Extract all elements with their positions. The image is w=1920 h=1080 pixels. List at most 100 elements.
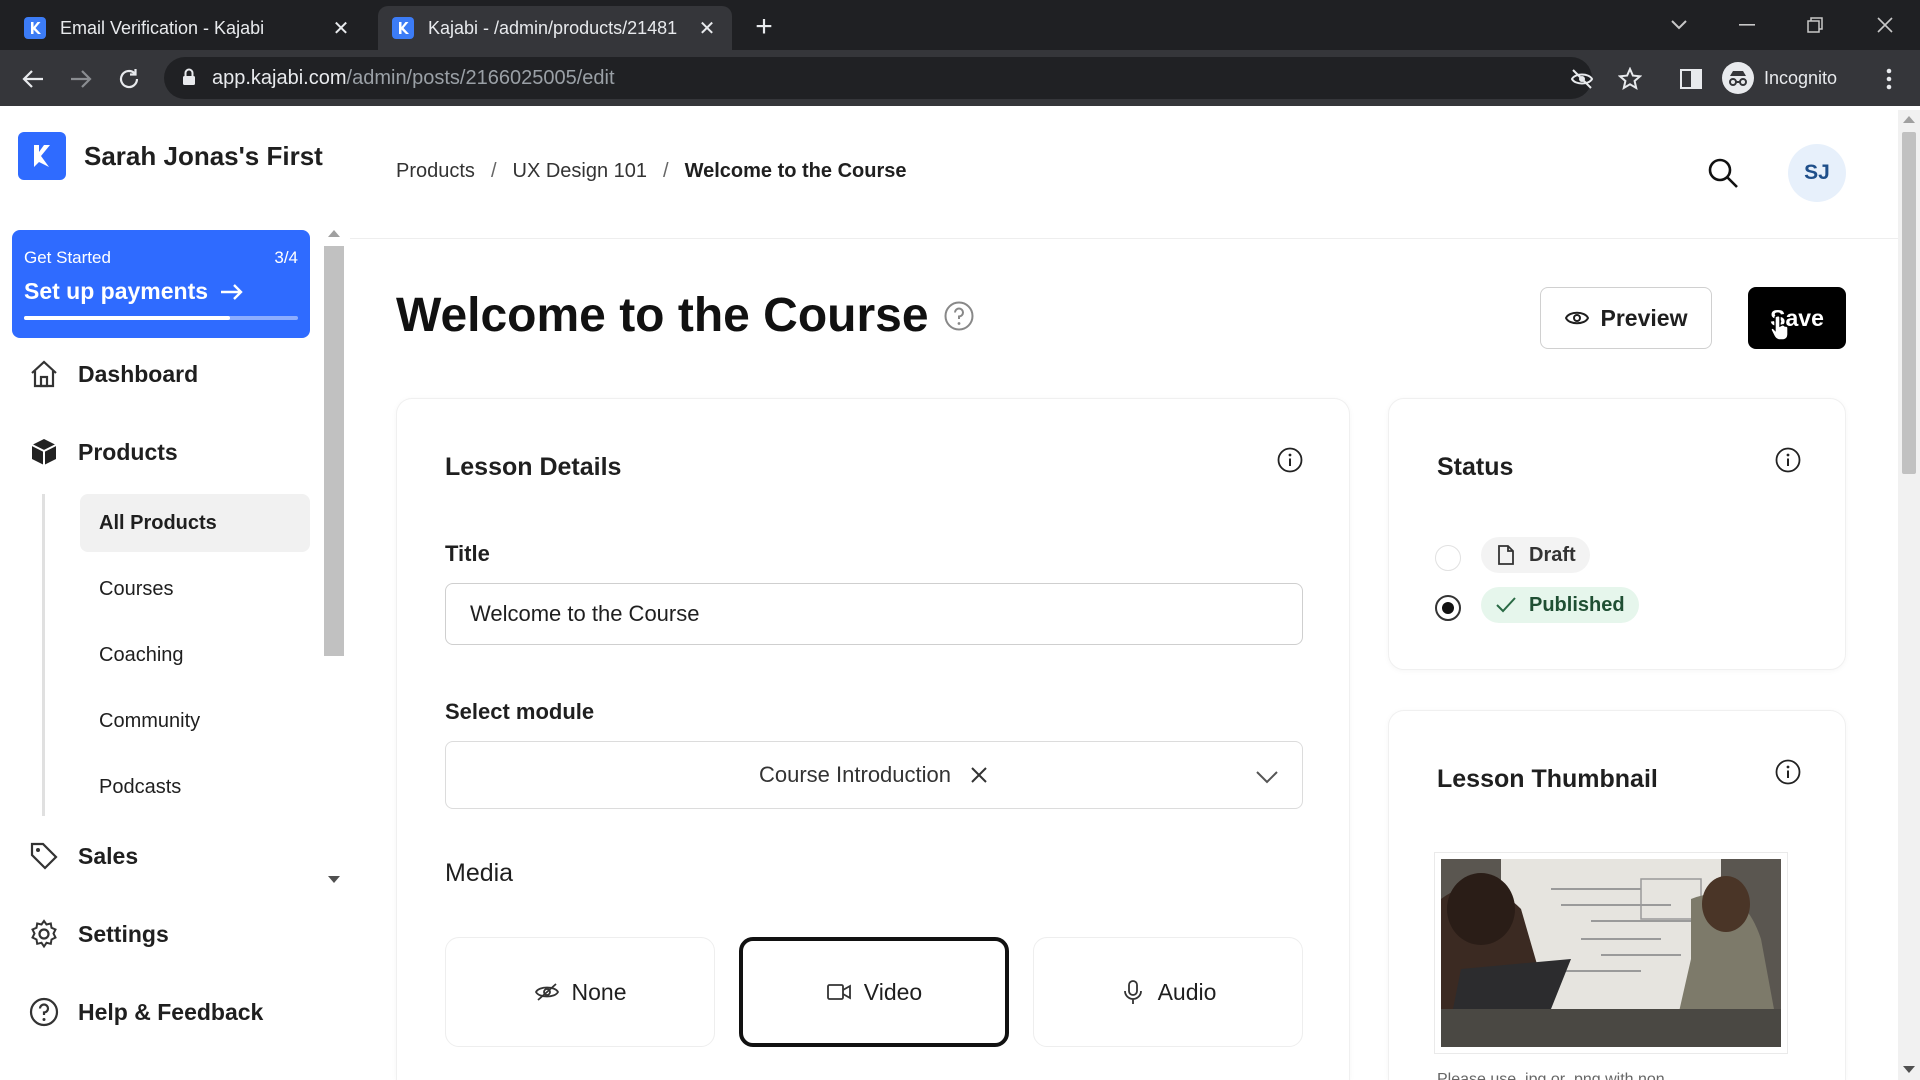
url-host: app.kajabi.com	[212, 66, 347, 89]
save-button[interactable]: Save	[1748, 287, 1846, 349]
search-icon[interactable]	[1706, 156, 1740, 190]
lock-icon	[182, 68, 196, 92]
status-published-pill[interactable]: Published	[1481, 587, 1639, 623]
avatar[interactable]: SJ	[1788, 144, 1846, 202]
info-icon[interactable]	[1775, 759, 1801, 785]
scroll-up-arrow-icon[interactable]	[1903, 116, 1915, 123]
browser-tab-kajabi-products[interactable]: Kajabi - /admin/products/21481 ✕	[378, 6, 732, 50]
tab-close-icon[interactable]: ✕	[696, 17, 718, 40]
clear-selection-icon[interactable]	[969, 765, 989, 785]
tab-close-icon[interactable]: ✕	[330, 17, 352, 40]
title-input[interactable]	[445, 583, 1303, 645]
scroll-down-arrow-icon[interactable]	[1903, 1066, 1915, 1073]
document-icon	[1498, 545, 1514, 565]
page-scrollbar[interactable]	[1898, 110, 1920, 1080]
media-option-audio[interactable]: Audio	[1033, 937, 1303, 1047]
minimize-icon[interactable]	[1724, 8, 1770, 42]
sidebar: Sarah Jonas's First Get Started 3/4 Set …	[0, 106, 348, 1080]
browser-tab-bar: Email Verification - Kajabi ✕ Kajabi - /…	[0, 0, 1920, 50]
site-brand[interactable]: Sarah Jonas's First	[18, 132, 323, 180]
sidebar-item-label: Help & Feedback	[78, 998, 264, 1025]
breadcrumb-separator: /	[490, 160, 497, 182]
page-title-row: Welcome to the Course	[396, 288, 975, 343]
media-label: Media	[445, 859, 514, 887]
status-card: Status Draft Published	[1388, 398, 1846, 670]
page-scroll-thumb[interactable]	[1902, 132, 1916, 474]
url-path: /admin/posts/2166025005/edit	[346, 66, 615, 89]
question-circle-icon[interactable]	[943, 300, 975, 332]
video-camera-icon	[826, 984, 851, 1000]
forward-arrow-icon[interactable]	[64, 62, 98, 96]
get-started-progress-text: 3/4	[274, 248, 298, 267]
status-published-radio[interactable]	[1435, 595, 1461, 621]
sidebar-scroll-thumb[interactable]	[324, 246, 344, 656]
sidebar-subitem-coaching[interactable]: Coaching	[80, 626, 310, 684]
media-option-video[interactable]: Video	[739, 937, 1009, 1047]
sidebar-subitem-courses[interactable]: Courses	[80, 560, 310, 618]
sidebar-subitem-community[interactable]: Community	[80, 692, 310, 750]
sidebar-subitem-podcasts[interactable]: Podcasts	[80, 758, 310, 816]
reload-icon[interactable]	[112, 62, 146, 96]
preview-label: Preview	[1600, 304, 1688, 331]
side-panel-icon[interactable]	[1674, 62, 1708, 96]
sidebar-scrollbar[interactable]	[324, 224, 344, 888]
preview-button[interactable]: Preview	[1540, 287, 1712, 349]
hand-cursor-icon	[1770, 314, 1789, 341]
header-divider	[350, 238, 1900, 239]
page-title: Welcome to the Course	[396, 289, 929, 342]
breadcrumb: Products / UX Design 101 / Welcome to th…	[396, 160, 907, 183]
eye-slash-icon[interactable]	[1570, 67, 1594, 91]
breadcrumb-products[interactable]: Products	[396, 160, 475, 183]
help-circle-icon	[29, 997, 59, 1027]
status-published-label: Published	[1529, 593, 1625, 616]
browser-menu-icon[interactable]	[1872, 62, 1906, 96]
sidebar-item-settings[interactable]: Settings	[28, 918, 169, 950]
thumbnail-photo	[1441, 859, 1781, 1047]
chevron-down-icon[interactable]	[1254, 764, 1280, 790]
sidebar-item-label: Settings	[78, 920, 169, 947]
new-tab-button[interactable]: +	[748, 12, 780, 44]
sidebar-item-help-feedback[interactable]: Help & Feedback	[28, 996, 263, 1028]
breadcrumb-current: Welcome to the Course	[684, 160, 907, 182]
kajabi-favicon-icon	[392, 17, 414, 39]
tab-title: Email Verification - Kajabi	[60, 17, 265, 38]
thumbnail-image[interactable]	[1434, 852, 1788, 1054]
status-draft-radio[interactable]	[1435, 545, 1461, 571]
bookmark-star-icon[interactable]	[1617, 66, 1643, 91]
module-select[interactable]: Course Introduction	[445, 741, 1303, 809]
info-icon[interactable]	[1277, 447, 1303, 473]
restore-icon[interactable]	[1792, 8, 1838, 42]
tab-search-chevron-icon[interactable]	[1656, 8, 1702, 42]
sidebar-item-label: Products	[78, 438, 178, 465]
get-started-progress-bar	[24, 316, 298, 320]
get-started-card[interactable]: Get Started 3/4 Set up payments	[12, 230, 310, 338]
subnav-divider	[42, 494, 45, 816]
status-draft-pill[interactable]: Draft	[1481, 537, 1590, 573]
get-started-label: Get Started	[24, 248, 111, 267]
breadcrumb-separator: /	[663, 160, 669, 182]
sidebar-item-products[interactable]: Products	[28, 436, 178, 468]
sidebar-subitem-all-products[interactable]: All Products	[80, 494, 310, 552]
browser-tab-email-verification[interactable]: Email Verification - Kajabi ✕	[10, 6, 366, 50]
checkmark-icon	[1496, 597, 1516, 613]
back-arrow-icon[interactable]	[16, 62, 50, 96]
incognito-profile[interactable]: Incognito	[1722, 57, 1837, 99]
scroll-down-arrow-icon[interactable]	[328, 876, 340, 883]
lesson-details-heading: Lesson Details	[445, 453, 622, 481]
browser-toolbar: app.kajabi.com/admin/posts/2166025005/ed…	[0, 50, 1920, 106]
incognito-label: Incognito	[1764, 67, 1838, 88]
info-icon[interactable]	[1775, 447, 1801, 473]
breadcrumb-ux-design-101[interactable]: UX Design 101	[513, 160, 648, 183]
module-selected-value: Course Introduction	[759, 762, 951, 787]
media-option-label: Audio	[1157, 978, 1217, 1005]
get-started-progress-fill	[24, 316, 230, 320]
arrow-right-icon	[221, 283, 243, 300]
status-heading: Status	[1437, 453, 1514, 481]
media-option-none[interactable]: None	[445, 937, 715, 1047]
sidebar-item-sales[interactable]: Sales	[28, 840, 138, 872]
address-bar[interactable]: app.kajabi.com/admin/posts/2166025005/ed…	[164, 57, 1643, 99]
sidebar-item-label: Sales	[78, 842, 139, 869]
sidebar-item-dashboard[interactable]: Dashboard	[28, 358, 198, 390]
scroll-up-arrow-icon[interactable]	[328, 230, 340, 237]
close-window-icon[interactable]	[1862, 8, 1908, 42]
